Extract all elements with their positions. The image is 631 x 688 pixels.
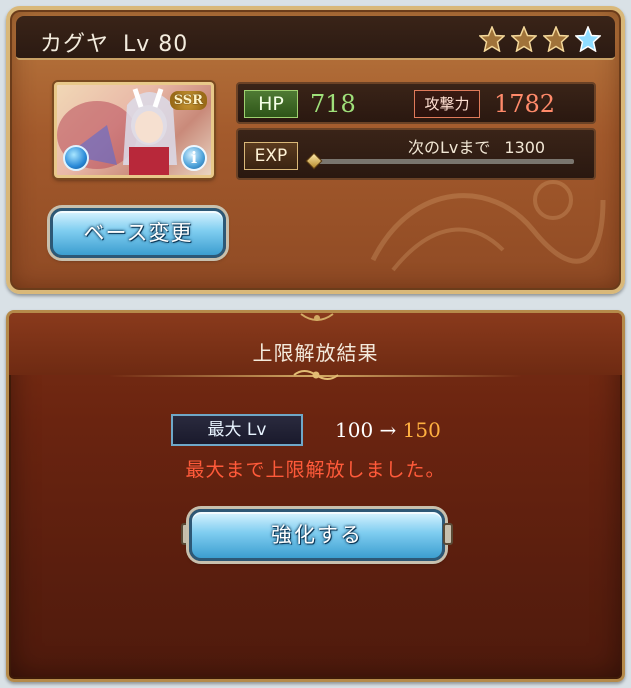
top-ornament-icon xyxy=(300,313,334,321)
uncap-star-icon xyxy=(511,26,537,52)
button-right-cap xyxy=(443,523,453,545)
info-icon[interactable]: i xyxy=(181,145,207,171)
level-from: 100 xyxy=(335,418,374,442)
uncap-star-icon xyxy=(479,26,505,52)
uncap-stars xyxy=(479,26,601,52)
character-card: カグヤ Lv 80 SSR i HP 718 攻撃力 1782 EXP 次のLv… xyxy=(6,6,625,294)
card-header: カグヤ Lv 80 xyxy=(16,16,615,60)
character-name-level: カグヤ Lv 80 xyxy=(40,26,188,58)
exp-marker-icon xyxy=(305,152,323,170)
level-change: 100 → 150 xyxy=(335,418,441,442)
character-level: Lv 80 xyxy=(123,32,189,57)
max-level-label: 最大 Lv xyxy=(171,414,303,446)
arrow-right-icon: → xyxy=(379,418,397,442)
hp-label: HP xyxy=(244,90,298,118)
base-change-button[interactable]: ベース変更 xyxy=(50,208,226,258)
stats-panel: HP 718 攻撃力 1782 xyxy=(236,82,596,124)
attack-label: 攻撃力 xyxy=(414,90,480,118)
exp-label: EXP xyxy=(244,142,298,170)
water-element-icon xyxy=(63,145,89,171)
next-level-label: 次のLvまで xyxy=(408,138,491,157)
level-to: 150 xyxy=(402,418,441,442)
uncap-star-icon xyxy=(543,26,569,52)
result-title: 上限解放結果 xyxy=(252,341,379,365)
hp-value: 718 xyxy=(310,90,356,118)
divider-ornament-icon xyxy=(293,370,339,380)
uncap-result-panel: 上限解放結果 最大 Lv 100 → 150 最大まで上限解放しました。 強化す… xyxy=(6,310,625,682)
uncap-star-blue-icon xyxy=(575,26,601,52)
character-portrait[interactable]: SSR i xyxy=(54,82,214,178)
ssr-badge: SSR xyxy=(169,91,207,110)
exp-bar xyxy=(312,159,574,164)
attack-value: 1782 xyxy=(494,90,556,118)
result-message: 最大まで上限解放しました。 xyxy=(185,459,446,481)
exp-panel: EXP 次のLvまで 1300 xyxy=(236,128,596,180)
enhance-button[interactable]: 強化する xyxy=(189,509,445,561)
character-name: カグヤ xyxy=(40,32,110,57)
next-level-value: 1300 xyxy=(504,138,546,157)
next-level-text: 次のLvまで 1300 xyxy=(408,134,545,158)
